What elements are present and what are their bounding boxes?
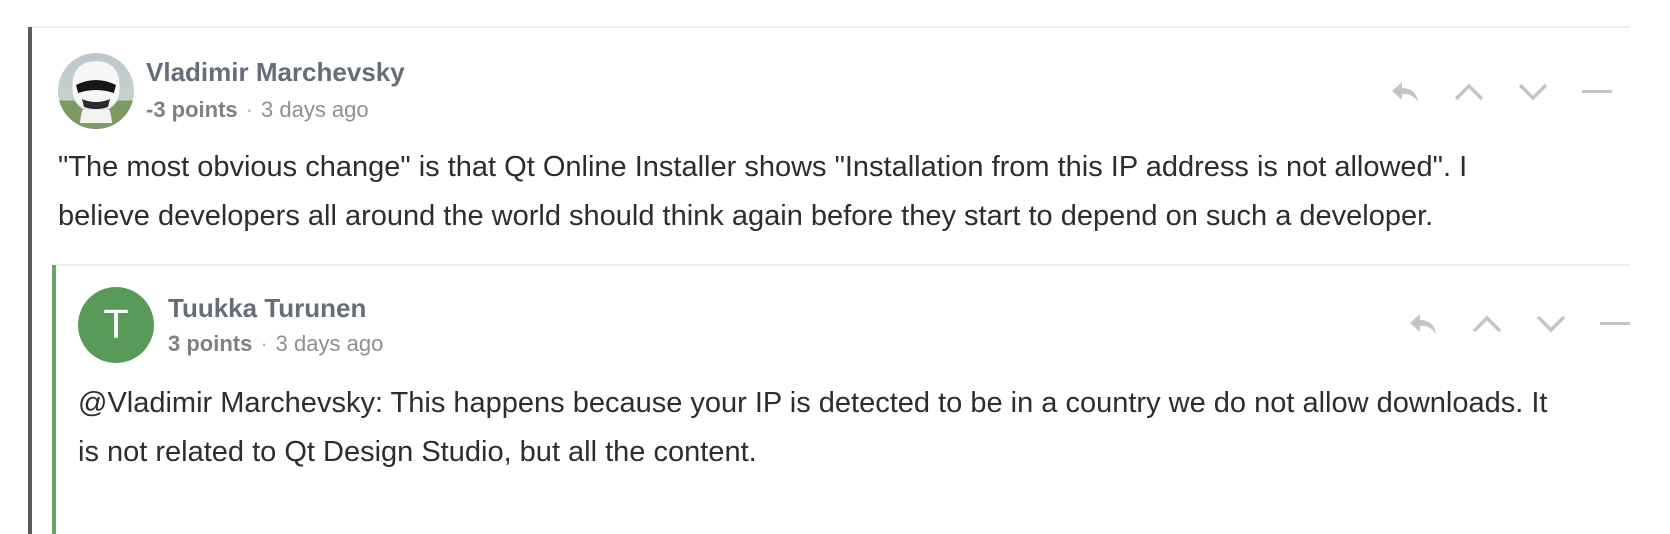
- chevron-up-icon: [1454, 83, 1484, 101]
- upvote-button[interactable]: [1450, 73, 1488, 111]
- reply-button[interactable]: [1404, 305, 1442, 343]
- reply-icon: [1410, 314, 1436, 334]
- comment-points: -3 points: [146, 97, 238, 122]
- downvote-button[interactable]: [1532, 305, 1570, 343]
- reply-button[interactable]: [1386, 73, 1424, 111]
- comment-body: "The most obvious change" is that Qt Onl…: [58, 151, 1468, 232]
- meta-separator: ·: [245, 97, 253, 122]
- meta-separator: ·: [260, 331, 268, 356]
- chevron-down-icon: [1518, 83, 1548, 101]
- comment-time[interactable]: 3 days ago: [261, 97, 369, 122]
- comment-time[interactable]: 3 days ago: [276, 331, 384, 356]
- upvote-button[interactable]: [1468, 305, 1506, 343]
- collapse-button[interactable]: [1596, 305, 1634, 343]
- comment-points: 3 points: [168, 331, 253, 356]
- collapse-button[interactable]: [1578, 73, 1616, 111]
- reply-thread: T Tuukka Turunen 3 points · 3 days ago @…: [52, 265, 1670, 534]
- chevron-down-icon: [1536, 315, 1566, 333]
- comment-actions: [1386, 73, 1616, 111]
- reply-icon: [1392, 82, 1418, 102]
- user-avatar[interactable]: [58, 53, 134, 129]
- minus-icon: [1600, 322, 1630, 325]
- user-avatar-letter[interactable]: T: [78, 287, 154, 363]
- chevron-up-icon: [1472, 315, 1502, 333]
- comment-body: @Vladimir Marchevsky: This happens becau…: [78, 387, 1548, 468]
- comment-meta: -3 points · 3 days ago: [146, 97, 369, 123]
- helmet-avatar-icon: [58, 60, 134, 129]
- comment-actions: [1404, 305, 1634, 343]
- comment-author[interactable]: Tuukka Turunen: [168, 293, 366, 324]
- downvote-button[interactable]: [1514, 73, 1552, 111]
- comment-author[interactable]: Vladimir Marchevsky: [146, 57, 405, 88]
- comment-meta: 3 points · 3 days ago: [168, 331, 383, 357]
- minus-icon: [1582, 90, 1612, 93]
